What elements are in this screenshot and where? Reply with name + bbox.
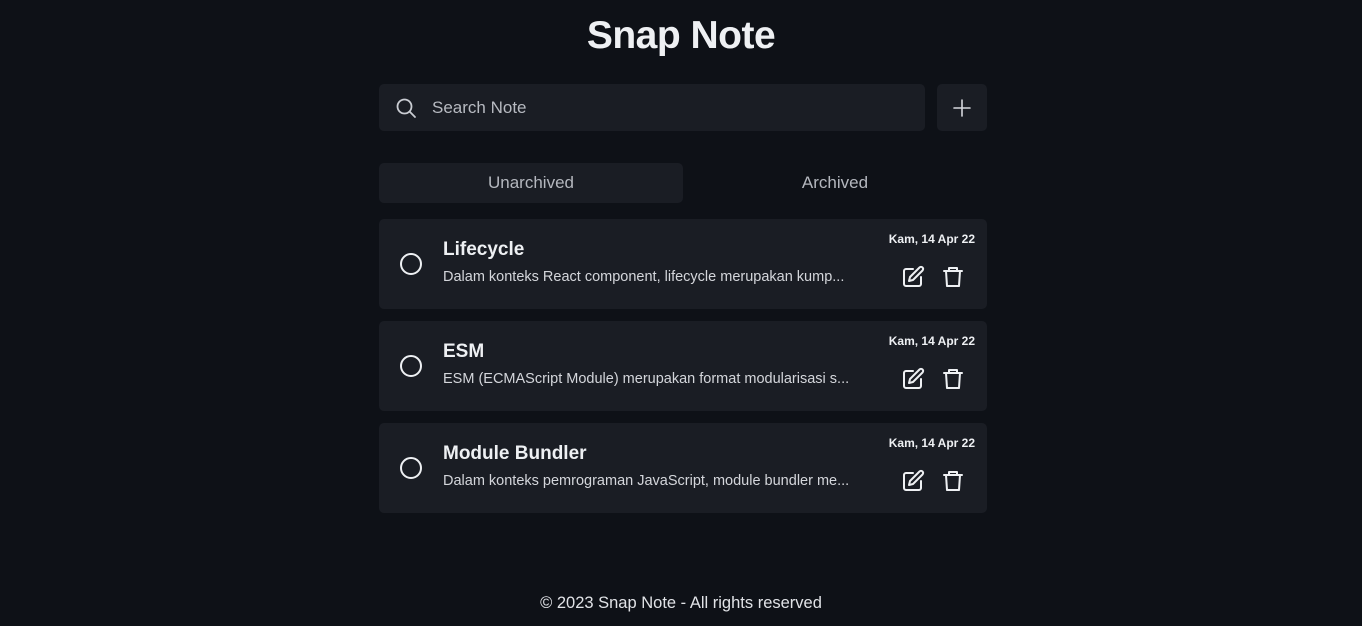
page-title: Snap Note [586, 14, 776, 57]
search-box[interactable] [379, 84, 925, 131]
note-card: ESM ESM (ECMAScript Module) merupakan fo… [379, 321, 987, 411]
edit-button[interactable] [901, 265, 925, 289]
note-date: Kam, 14 Apr 22 [888, 232, 975, 246]
note-title: Module Bundler [443, 443, 587, 464]
edit-icon [901, 469, 925, 493]
note-title: Lifecycle [443, 239, 525, 260]
trash-icon [941, 469, 965, 493]
trash-icon [941, 265, 965, 289]
edit-button[interactable] [901, 469, 925, 493]
add-note-button[interactable] [937, 84, 987, 131]
delete-button[interactable] [941, 367, 965, 391]
note-title: ESM [443, 341, 485, 362]
tab-bar: Unarchived Archived [379, 163, 987, 203]
note-date: Kam, 14 Apr 22 [888, 334, 975, 348]
plus-icon [952, 98, 972, 118]
search-input[interactable] [432, 84, 925, 131]
tab-unarchived[interactable]: Unarchived [379, 163, 683, 203]
note-body: ESM (ECMAScript Module) merupakan format… [443, 371, 850, 387]
note-body: Dalam konteks pemrograman JavaScript, mo… [443, 473, 850, 489]
edit-icon [901, 265, 925, 289]
footer-copyright: © 2023 Snap Note - All rights reserved [540, 594, 822, 612]
delete-button[interactable] [941, 265, 965, 289]
note-body: Dalam konteks React component, lifecycle… [443, 269, 845, 285]
tab-archived[interactable]: Archived [683, 163, 987, 203]
app-root: Snap Note Unarchived Archived Lifecycle … [0, 0, 1362, 626]
complete-toggle[interactable] [400, 457, 422, 479]
complete-toggle[interactable] [400, 355, 422, 377]
edit-icon [901, 367, 925, 391]
note-card: Module Bundler Dalam konteks pemrograman… [379, 423, 987, 513]
search-icon [395, 97, 417, 119]
trash-icon [941, 367, 965, 391]
edit-button[interactable] [901, 367, 925, 391]
note-card: Lifecycle Dalam konteks React component,… [379, 219, 987, 309]
delete-button[interactable] [941, 469, 965, 493]
complete-toggle[interactable] [400, 253, 422, 275]
note-date: Kam, 14 Apr 22 [888, 436, 975, 450]
